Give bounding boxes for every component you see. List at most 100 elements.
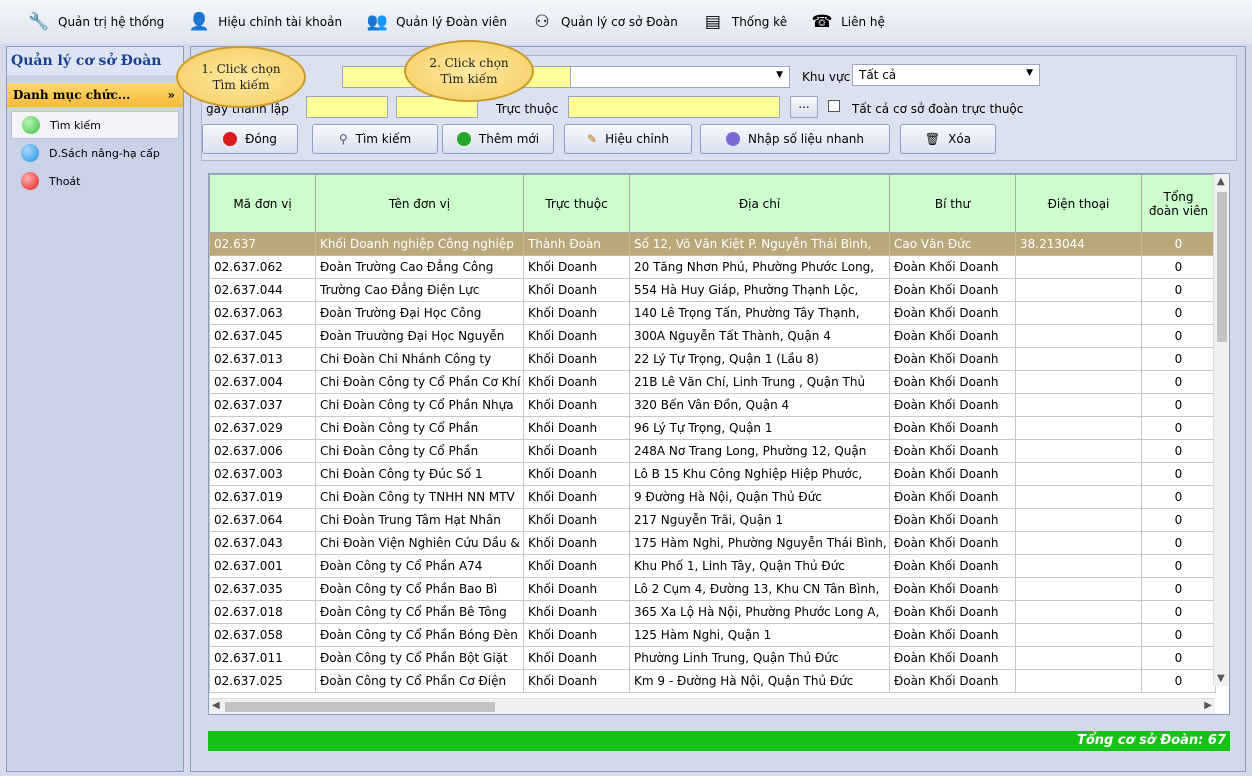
table-cell: Đoàn Công ty Cổ Phần Cơ Điện <box>315 669 524 693</box>
table-row[interactable]: 02.637.003 Chi Đoàn Công ty Đúc Số 1 Khối … <box>209 462 1216 486</box>
dropdown-field[interactable]: ▼ <box>570 66 790 88</box>
table-row[interactable]: 02.637.062 Đoàn Trường Cao Đẳng Công Khối … <box>209 255 1216 279</box>
table-cell: Đoàn Khối Doanh <box>889 324 1016 348</box>
browse-button[interactable]: ... <box>790 96 818 118</box>
table-cell: Đoàn Khối Doanh <box>889 508 1016 532</box>
table-row[interactable]: 02.637.001 Đoàn Công ty Cổ Phần A74 Khối D… <box>209 554 1216 578</box>
sidebar-item-thoat[interactable]: Thoát <box>7 167 183 195</box>
table-row[interactable]: 02.637.044 Trường Cao Đẳng Điện Lực Khối D… <box>209 278 1216 302</box>
red-dot-icon <box>21 172 39 190</box>
col-header[interactable]: Tên đơn vị <box>315 174 524 233</box>
plus-icon <box>456 132 471 146</box>
stop-icon <box>223 132 238 146</box>
table-cell: 21B Lê Văn Chí, Linh Trung , Quận Thủ <box>629 370 890 394</box>
scroll-thumb[interactable] <box>225 702 495 712</box>
khu-vuc-select[interactable]: Tất cả ▼ <box>852 64 1040 86</box>
table-cell: 02.637.001 <box>209 554 316 578</box>
table-row[interactable]: 02.637 Khối Doanh nghiệp Công nghiệp Thành… <box>209 232 1216 256</box>
table-row[interactable]: 02.637.029 Chi Đoàn Công ty Cổ Phần Khối D… <box>209 416 1216 440</box>
table-row[interactable]: 02.637.064 Chi Đoàn Trung Tâm Hạt Nhân Khố… <box>209 508 1216 532</box>
table-cell: Chi Đoàn Công ty TNHH NN MTV <box>315 485 524 509</box>
col-header[interactable]: Bí thư <box>889 174 1016 233</box>
menu-quan-tri-he-thong[interactable]: 🔧 Quản trị hệ thống <box>26 7 172 37</box>
table-cell: 365 Xa Lộ Hà Nội, Phường Phước Long A, <box>629 600 890 624</box>
table-row[interactable]: 02.637.037 Chi Đoàn Công ty Cổ Phần Nhựa K… <box>209 393 1216 417</box>
table-row[interactable]: 02.637.011 Đoàn Công ty Cổ Phần Bột Giặt K… <box>209 646 1216 670</box>
table-cell: Đoàn Khối Doanh <box>889 646 1016 670</box>
table-row[interactable]: 02.637.018 Đoàn Công ty Cổ Phần Bê Tông Kh… <box>209 600 1216 624</box>
table-row[interactable]: 02.637.045 Đoàn Truường Đại Học Nguyễn Khố… <box>209 324 1216 348</box>
col-header[interactable]: Mã đơn vị <box>209 174 316 233</box>
edit-label: Hiệu chỉnh <box>605 132 669 146</box>
truc-thuoc-field[interactable] <box>568 96 780 118</box>
sidebar-section-header[interactable]: Danh mục chức... » <box>7 83 183 107</box>
table-row[interactable]: 02.637.006 Chi Đoàn Công ty Cổ Phần Khối D… <box>209 439 1216 463</box>
table-row[interactable]: 02.637.058 Đoàn Công ty Cổ Phần Bóng Đèn K… <box>209 623 1216 647</box>
chevron-right-icon[interactable]: ▶ <box>1204 700 1212 711</box>
edit-button[interactable]: ✎ Hiệu chỉnh <box>564 124 692 154</box>
table-cell: 96 Lý Tự Trọng, Quận 1 <box>629 416 890 440</box>
chevron-up-icon[interactable]: ▲ <box>1217 176 1225 187</box>
chevron-down-icon: ▼ <box>1026 68 1033 78</box>
table-cell: Đoàn Khối Doanh <box>889 600 1016 624</box>
sidebar-item-dsach-nang-ha-cap[interactable]: D.Sách nâng-hạ cấp <box>7 139 183 167</box>
col-header[interactable]: Trực thuộc <box>523 174 630 233</box>
green-dot-icon <box>22 116 40 134</box>
delete-button[interactable]: 🗑 Xóa <box>900 124 996 154</box>
table-cell: Chi Đoàn Công ty Cổ Phần Nhựa <box>315 393 524 417</box>
menu-hieu-chinh-tai-khoan[interactable]: 👤 Hiệu chỉnh tài khoản <box>186 7 350 37</box>
menu-thong-ke[interactable]: ▤ Thống kê <box>700 7 795 37</box>
menu-label: Hiệu chỉnh tài khoản <box>218 15 343 29</box>
all-checkbox[interactable] <box>828 100 840 112</box>
search-button[interactable]: ⚲ Tìm kiếm <box>312 124 438 154</box>
table-row[interactable]: 02.637.013 Chi Đoàn Chi Nhánh Công ty Khối… <box>209 347 1216 371</box>
table-row[interactable]: 02.637.035 Đoàn Công ty Cổ Phần Bao Bì Khố… <box>209 577 1216 601</box>
col-header[interactable]: Tổng đoàn viên <box>1141 174 1216 233</box>
horizontal-scrollbar[interactable]: ◀ ▶ <box>209 698 1215 714</box>
table-cell: Chi Đoàn Công ty Cổ Phần <box>315 416 524 440</box>
scroll-thumb[interactable] <box>1217 192 1227 342</box>
vertical-scrollbar[interactable]: ▲ ▼ <box>1213 174 1229 686</box>
data-grid[interactable]: Mã đơn vị Tên đơn vị Trực thuộc Địa chỉ … <box>208 173 1230 715</box>
table-row[interactable]: 02.637.004 Chi Đoàn Công ty Cổ Phần Cơ Kh… <box>209 370 1216 394</box>
sidebar-item-label: Thoát <box>49 174 81 188</box>
date-from-field[interactable] <box>306 96 388 118</box>
table-cell: Đoàn Khối Doanh <box>889 370 1016 394</box>
table-cell: 300A Nguyễn Tất Thành, Quận 4 <box>629 324 890 348</box>
table-row[interactable]: 02.637.043 Chi Đoàn Viện Nghiên Cứu Dầu &… <box>209 531 1216 555</box>
table-cell: Khối Doanh <box>523 462 630 486</box>
col-header[interactable]: Địa chỉ <box>629 174 890 233</box>
table-cell: 02.637.013 <box>209 347 316 371</box>
chevron-down-icon[interactable]: ▼ <box>1217 673 1225 684</box>
table-cell: Đoàn Truường Đại Học Nguyễn <box>315 324 524 348</box>
search-icon: ⚲ <box>338 132 348 146</box>
units-table: Mã đơn vị Tên đơn vị Trực thuộc Địa chỉ … <box>209 174 1216 693</box>
table-cell: 248A Nơ Trang Long, Phường 12, Quận <box>629 439 890 463</box>
sidebar-section-label: Danh mục chức... <box>13 88 131 102</box>
col-header[interactable]: Điện thoại <box>1015 174 1142 233</box>
collapse-icon[interactable]: » <box>168 88 176 102</box>
chevron-left-icon[interactable]: ◀ <box>212 700 220 711</box>
add-button[interactable]: Thêm mới <box>442 124 554 154</box>
table-cell: 0 <box>1141 301 1216 325</box>
trash-icon: 🗑 <box>924 132 941 146</box>
table-row[interactable]: 02.637.025 Đoàn Công ty Cổ Phần Cơ Điện Kh… <box>209 669 1216 693</box>
menu-label: Quản trị hệ thống <box>58 15 165 29</box>
table-cell: Khối Doanh <box>523 669 630 693</box>
table-cell <box>1015 485 1142 509</box>
table-cell <box>1015 531 1142 555</box>
sidebar-item-tim-kiem[interactable]: Tìm kiếm <box>11 111 179 139</box>
table-row[interactable]: 02.637.063 Đoàn Trường Đại Học Công Khối D… <box>209 301 1216 325</box>
table-cell: 20 Tăng Nhơn Phú, Phường Phước Long, <box>629 255 890 279</box>
quick-input-button[interactable]: Nhập số liệu nhanh <box>700 124 890 154</box>
table-cell: Đoàn Khối Doanh <box>889 278 1016 302</box>
close-button[interactable]: Đóng <box>202 124 298 154</box>
table-cell: 02.637.064 <box>209 508 316 532</box>
menu-quan-ly-co-so-doan[interactable]: ⚇ Quản lý cơ sở Đoàn <box>529 7 686 37</box>
menu-quan-ly-doan-vien[interactable]: 👥 Quản lý Đoàn viên <box>364 7 515 37</box>
menu-lien-he[interactable]: ☎ Liên hệ <box>809 7 893 37</box>
table-cell: 0 <box>1141 416 1216 440</box>
table-cell: 0 <box>1141 439 1216 463</box>
table-row[interactable]: 02.637.019 Chi Đoàn Công ty TNHH NN MTV Kh… <box>209 485 1216 509</box>
table-cell: Khối Doanh <box>523 600 630 624</box>
